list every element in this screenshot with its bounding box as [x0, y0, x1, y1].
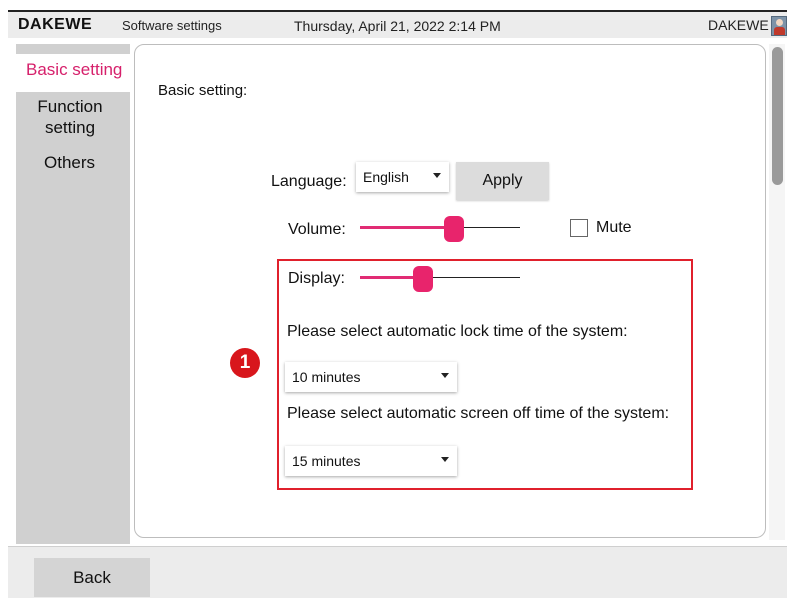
mute-label: Mute: [596, 219, 632, 236]
display-label: Display:: [288, 270, 345, 287]
app-window: DAKEWE Software settings Thursday, April…: [0, 0, 787, 598]
chevron-down-icon: [441, 457, 449, 462]
app-title: Software settings: [122, 18, 222, 33]
screen-off-value: 15 minutes: [292, 453, 361, 469]
sidebar-item-others[interactable]: Others: [44, 153, 95, 173]
language-select[interactable]: English: [356, 162, 449, 192]
volume-slider-fill: [360, 226, 454, 229]
sidebar-item-label: setting: [44, 118, 96, 137]
callout-badge: 1: [230, 348, 260, 378]
apply-button[interactable]: Apply: [456, 162, 549, 200]
sidebar-item-basic-setting[interactable]: Basic setting: [26, 60, 122, 80]
sidebar-item-function-setting[interactable]: Function setting: [30, 96, 110, 138]
section-title: Basic setting:: [158, 82, 248, 99]
volume-label: Volume:: [288, 221, 346, 238]
display-slider-track: [423, 277, 520, 278]
title-bar: DAKEWE Software settings Thursday, April…: [8, 10, 787, 38]
username: DAKEWE: [708, 17, 769, 33]
scrollbar-thumb[interactable]: [772, 47, 783, 185]
sidebar-item-label: Function: [37, 97, 103, 116]
back-button[interactable]: Back: [34, 558, 150, 597]
language-label: Language:: [271, 173, 347, 190]
volume-slider-thumb[interactable]: [444, 216, 464, 242]
screen-off-select[interactable]: 15 minutes: [285, 446, 457, 476]
chevron-down-icon: [433, 173, 441, 178]
display-brightness-slider[interactable]: [360, 266, 520, 292]
language-value: English: [363, 169, 409, 185]
lock-time-select[interactable]: 10 minutes: [285, 362, 457, 392]
lock-time-value: 10 minutes: [292, 369, 361, 385]
user-avatar-icon[interactable]: [771, 16, 787, 36]
lock-time-prompt: Please select automatic lock time of the…: [287, 323, 628, 340]
display-slider-thumb[interactable]: [413, 266, 433, 292]
datetime-display: Thursday, April 21, 2022 2:14 PM: [294, 18, 501, 34]
chevron-down-icon: [441, 373, 449, 378]
mute-checkbox[interactable]: [570, 219, 588, 237]
screen-off-prompt: Please select automatic screen off time …: [287, 405, 670, 422]
brand-logo: DAKEWE: [18, 16, 93, 33]
volume-slider[interactable]: [360, 216, 520, 242]
